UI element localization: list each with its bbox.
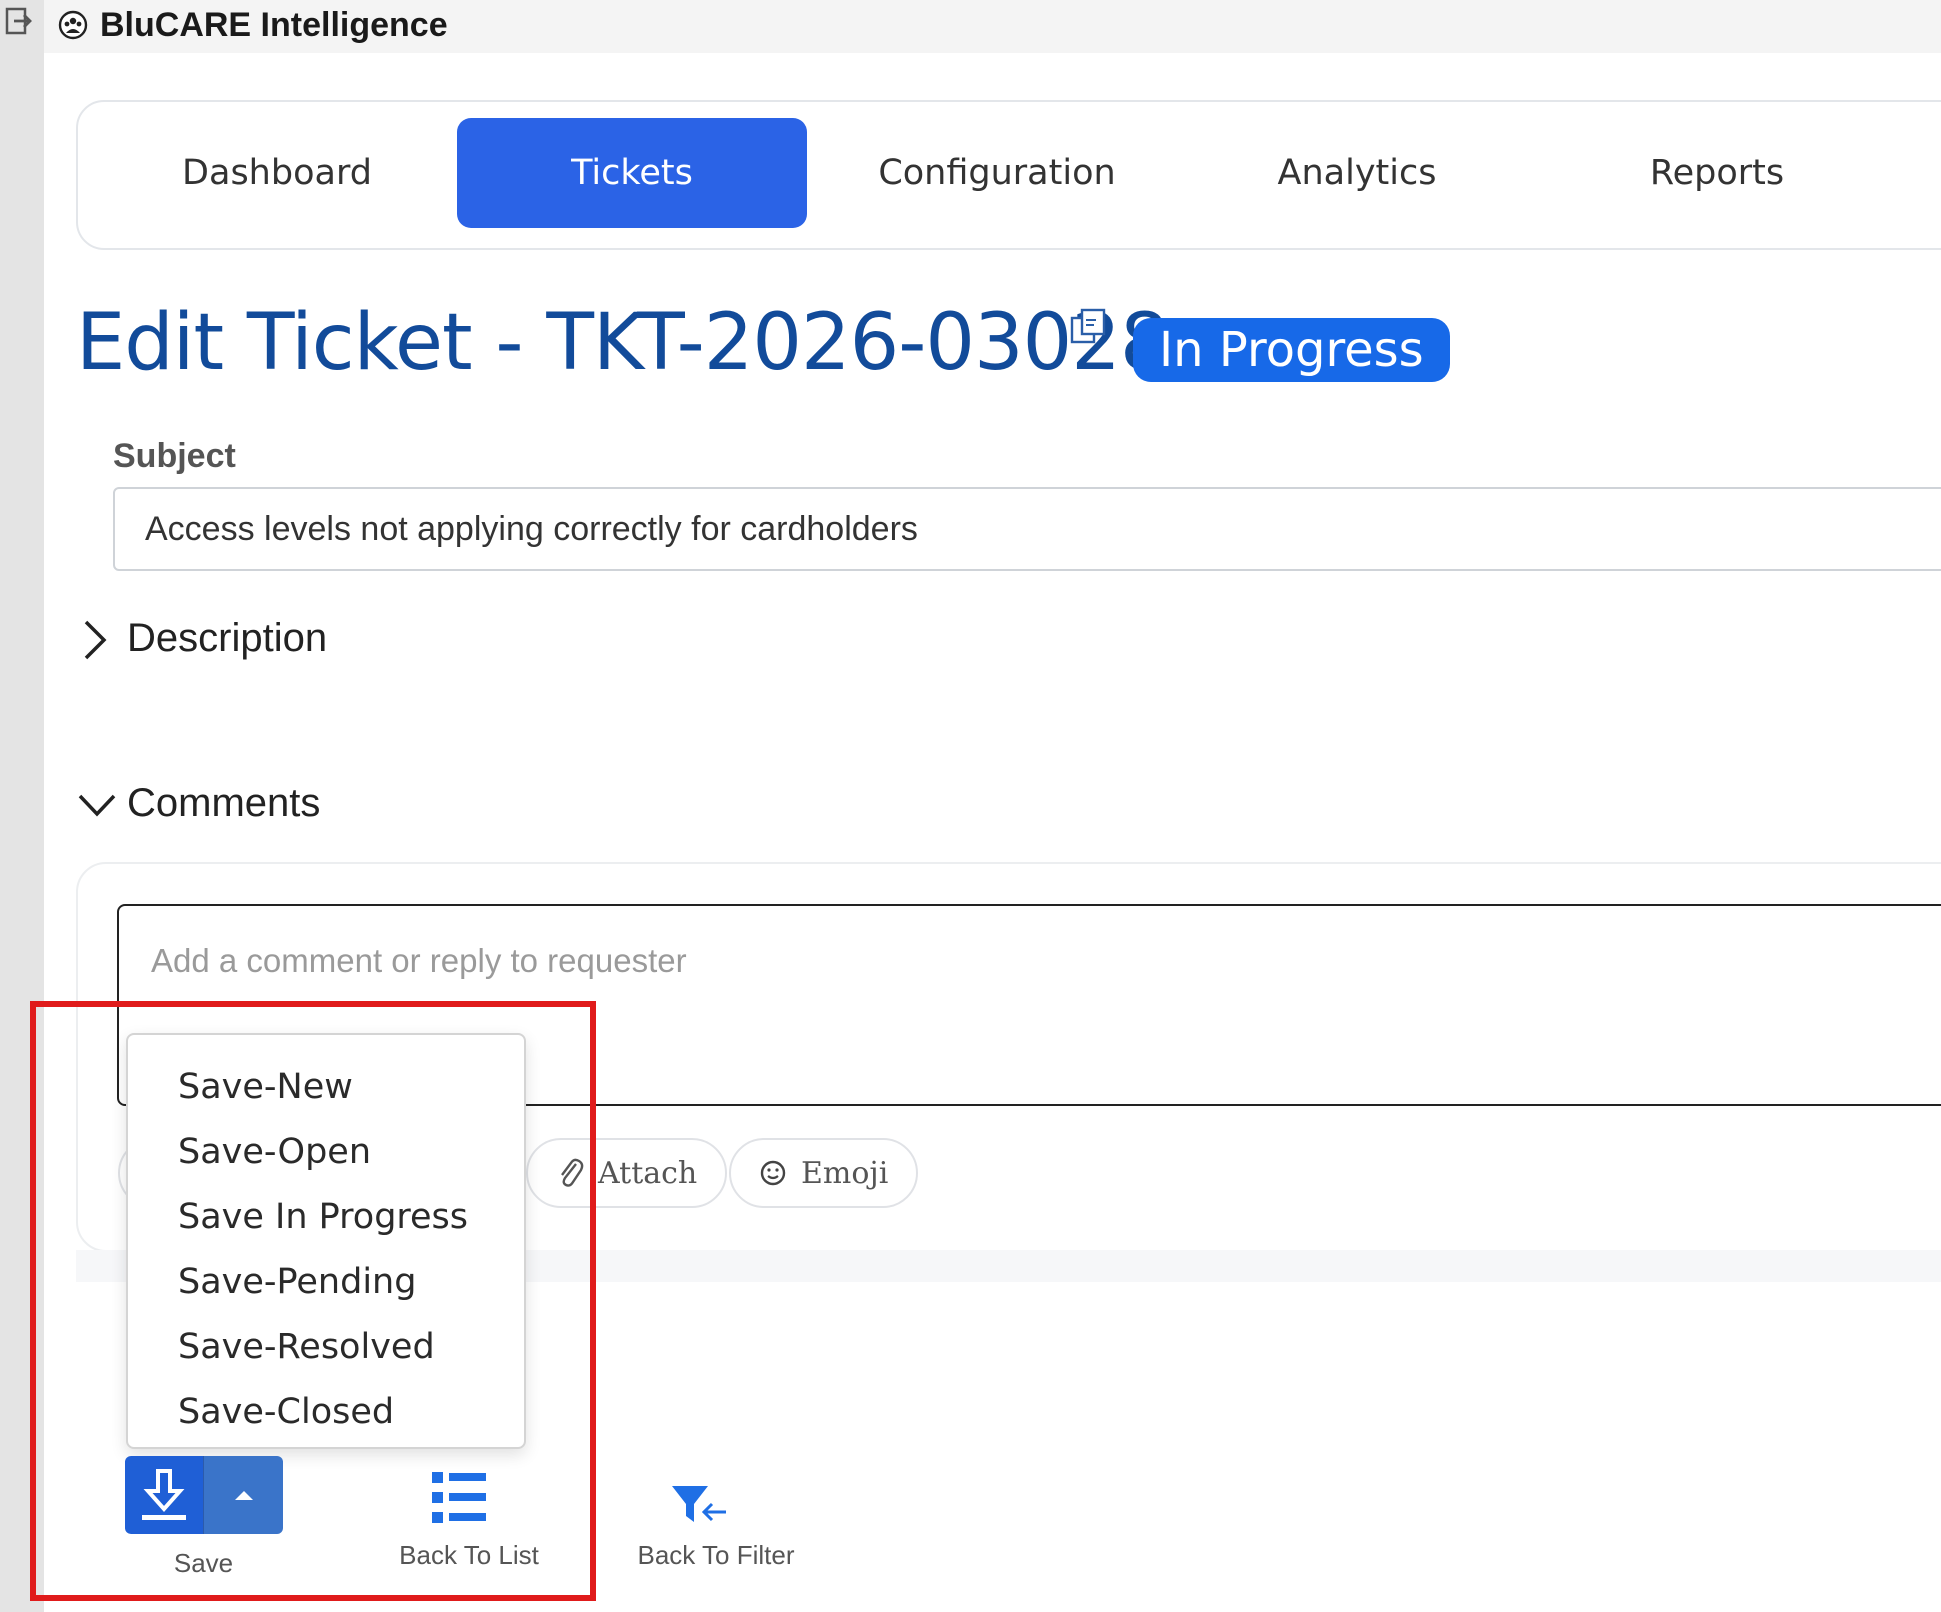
subject-label: Subject — [113, 437, 236, 475]
exit-icon[interactable] — [4, 6, 34, 36]
description-section-header[interactable]: Description — [127, 616, 327, 661]
smiley-icon — [760, 1160, 786, 1186]
tab-analytics[interactable]: Analytics — [1182, 118, 1532, 228]
chevron-right-icon[interactable] — [80, 618, 110, 662]
subject-input[interactable] — [113, 487, 1941, 571]
attach-label: Attach — [598, 1155, 698, 1191]
comment-placeholder: Add a comment or reply to requester — [151, 942, 687, 979]
tab-dashboard[interactable]: Dashboard — [102, 118, 452, 228]
tab-reports[interactable]: Reports — [1542, 118, 1892, 228]
emoji-label: Emoji — [801, 1155, 889, 1191]
tab-tickets[interactable]: Tickets — [457, 118, 807, 228]
tab-configuration[interactable]: Configuration — [822, 118, 1172, 228]
app-title: BluCARE Intelligence — [100, 6, 448, 44]
back-to-filter-button[interactable]: Back To Filter — [620, 1540, 812, 1571]
status-badge: In Progress — [1133, 318, 1450, 382]
page-title: Edit Ticket - TKT-2026-03028 — [76, 298, 1169, 388]
highlight-box — [30, 1001, 596, 1601]
app-logo-icon — [58, 10, 88, 40]
chevron-down-icon[interactable] — [76, 790, 118, 820]
filter-back-icon[interactable] — [670, 1484, 730, 1526]
emoji-button[interactable]: Emoji — [729, 1138, 919, 1208]
copy-icon[interactable] — [1068, 306, 1110, 348]
comments-section-header[interactable]: Comments — [127, 781, 320, 826]
